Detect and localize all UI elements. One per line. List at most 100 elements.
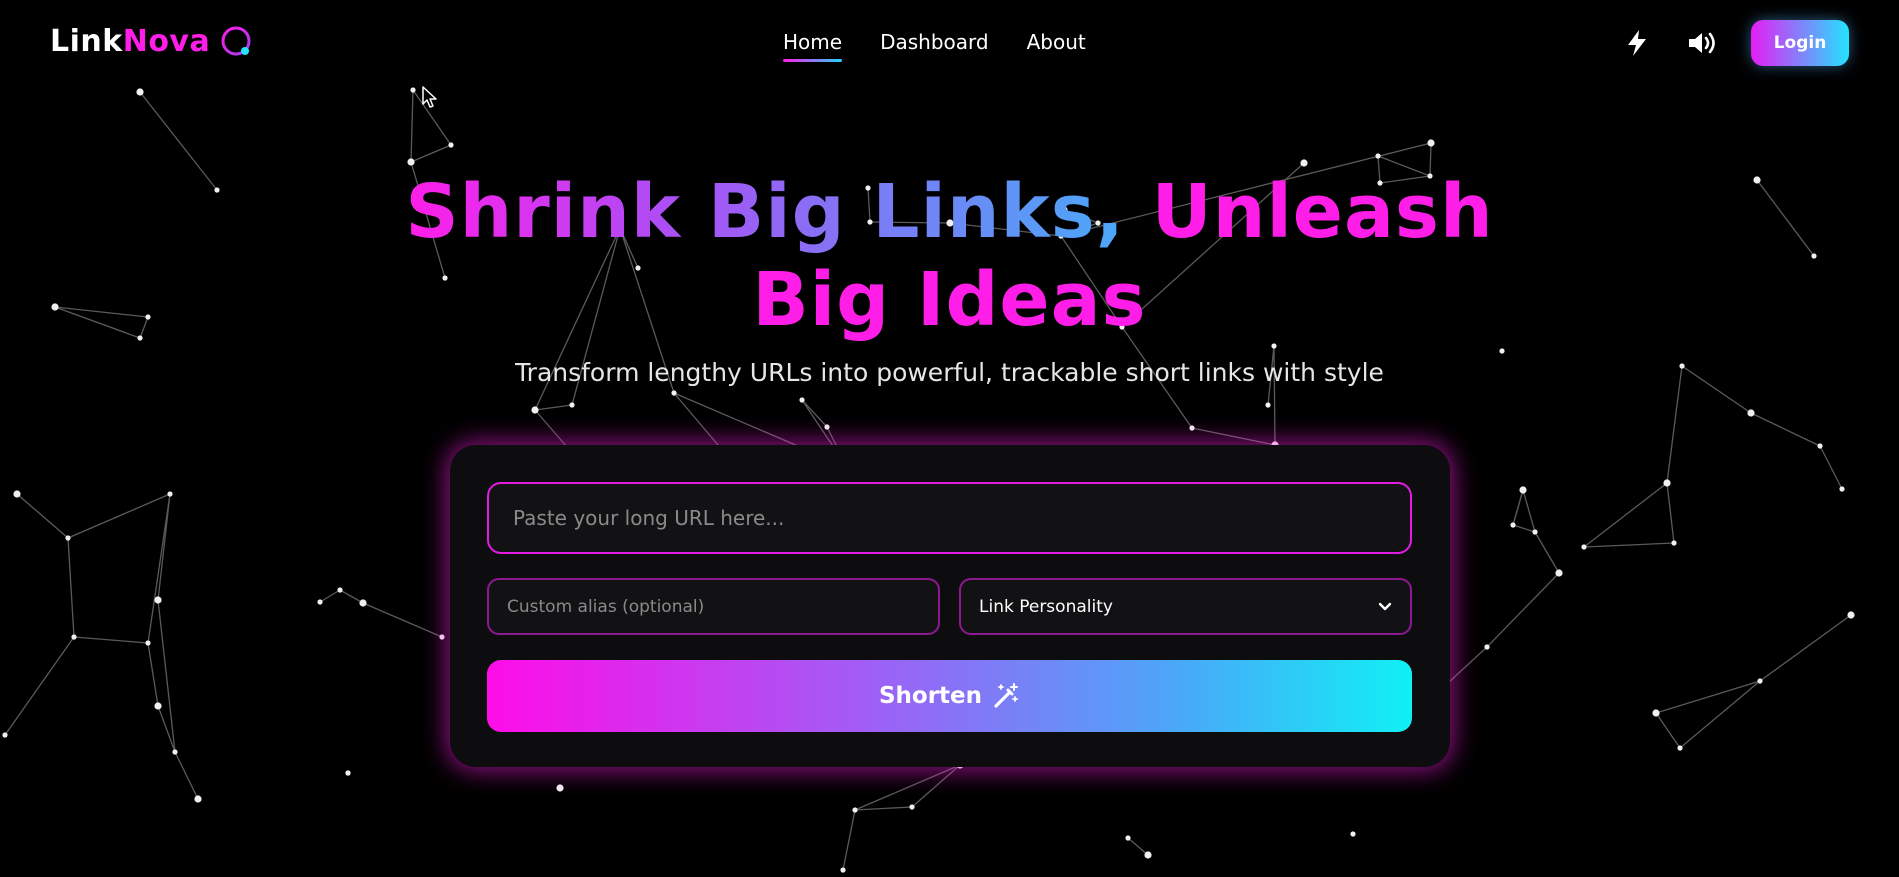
link-personality-select[interactable]: Link Personality	[959, 578, 1412, 635]
hero-title: Shrink Big Links, Unleash Big Ideas	[0, 168, 1899, 344]
constellation-line	[319, 589, 341, 603]
constellation-line	[1512, 524, 1536, 533]
constellation-star	[448, 142, 454, 148]
constellation-line	[1679, 680, 1761, 749]
constellation-star	[317, 599, 323, 605]
volume-icon	[1689, 32, 1715, 54]
constellation-line	[854, 806, 913, 811]
constellation-line	[1583, 482, 1668, 548]
constellation-star	[194, 795, 202, 803]
shorten-button[interactable]: Shorten	[487, 660, 1412, 732]
constellation-line	[1750, 412, 1821, 447]
nav-home-link[interactable]: Home	[783, 30, 843, 62]
constellation-star	[345, 770, 351, 776]
constellation-line	[1512, 489, 1524, 526]
custom-alias-input[interactable]	[487, 578, 940, 635]
constellation-star	[1747, 409, 1755, 417]
constellation-line	[1191, 427, 1276, 446]
constellation-line	[1759, 614, 1852, 682]
constellation-star	[1532, 529, 1538, 535]
constellation-star	[569, 402, 575, 408]
hero-title-line1: Shrink Big Links, Unleash	[0, 168, 1899, 256]
hero-subtitle: Transform lengthy URLs into powerful, tr…	[515, 358, 1384, 387]
constellation-star	[2, 732, 8, 738]
constellation-line	[1655, 712, 1681, 749]
constellation-star	[1555, 569, 1563, 577]
constellation-star	[1839, 486, 1845, 492]
constellation-star	[136, 88, 144, 96]
constellation-star	[439, 634, 445, 640]
constellation-star	[1189, 425, 1195, 431]
constellation-star	[1125, 835, 1131, 841]
constellation-star	[172, 749, 178, 755]
constellation-line	[4, 636, 75, 736]
constellation-star	[1757, 678, 1763, 684]
constellation-line	[1534, 531, 1560, 574]
brand-name-part2: Nova	[122, 24, 211, 59]
sound-toggle-button[interactable]	[1685, 25, 1721, 61]
constellation-line	[67, 537, 75, 638]
brand-logo[interactable]: Link Nova	[50, 24, 254, 59]
constellation-star	[167, 491, 173, 497]
constellation-star	[799, 397, 805, 403]
constellation-star	[1519, 486, 1527, 494]
nav-actions: Login	[1619, 20, 1849, 66]
constellation-star	[407, 158, 415, 166]
constellation-line	[362, 602, 443, 638]
hero-title-line2: Big Ideas	[752, 257, 1147, 343]
constellation-star	[556, 784, 564, 792]
login-button[interactable]: Login	[1751, 20, 1849, 66]
constellation-star	[1847, 611, 1855, 619]
link-personality-selected-value: Link Personality	[979, 596, 1113, 617]
long-url-input[interactable]	[487, 482, 1412, 554]
constellation-star	[1375, 153, 1381, 159]
constellation-star	[1499, 348, 1505, 354]
constellation-line	[1819, 445, 1843, 490]
constellation-star	[154, 596, 162, 604]
constellation-star	[1265, 402, 1271, 408]
constellation-star	[1144, 851, 1152, 859]
constellation-line	[534, 404, 573, 411]
constellation-line	[1666, 482, 1675, 544]
constellation-line	[1522, 489, 1536, 533]
constellation-line	[1127, 837, 1149, 856]
nav-about-link[interactable]: About	[1027, 30, 1086, 62]
constellation-star	[154, 702, 162, 710]
nav-dashboard-link[interactable]: Dashboard	[880, 30, 989, 62]
constellation-star	[337, 587, 343, 593]
constellation-star	[1581, 544, 1587, 550]
constellation-line	[147, 493, 171, 644]
constellation-star	[71, 634, 77, 640]
hero-title-pink-text: Unleash	[1151, 169, 1494, 255]
main-nav: Home Dashboard About	[783, 30, 1086, 62]
constellation-line	[67, 493, 171, 539]
constellation-star	[1652, 709, 1660, 717]
constellation-line	[854, 764, 961, 811]
constellation-star	[145, 640, 151, 646]
constellation-star	[840, 867, 846, 873]
constellation-star	[671, 390, 677, 396]
hero-title-gradient-text: Shrink Big Links,	[405, 169, 1125, 255]
constellation-star	[1817, 443, 1823, 449]
lightning-toggle-button[interactable]	[1619, 25, 1655, 61]
constellation-star	[1510, 522, 1516, 528]
constellation-star	[1484, 644, 1490, 650]
constellation-star	[1663, 479, 1671, 487]
constellation-star	[410, 87, 416, 93]
constellation-star	[1671, 540, 1677, 546]
constellation-line	[410, 144, 452, 163]
constellation-line	[1486, 572, 1560, 648]
constellation-star	[13, 490, 21, 498]
constellation-line	[147, 642, 159, 707]
constellation-star	[1350, 831, 1356, 837]
lightning-icon	[1628, 30, 1646, 56]
constellation-star	[1427, 139, 1435, 147]
constellation-star	[852, 807, 858, 813]
chevron-down-icon	[1378, 602, 1392, 610]
shorten-form-card: Link Personality Shorten	[450, 445, 1450, 767]
constellation-star	[359, 599, 367, 607]
constellation-star	[1677, 745, 1683, 751]
constellation-star	[824, 424, 830, 430]
magic-wand-icon	[994, 683, 1019, 708]
constellation-star	[531, 406, 539, 414]
